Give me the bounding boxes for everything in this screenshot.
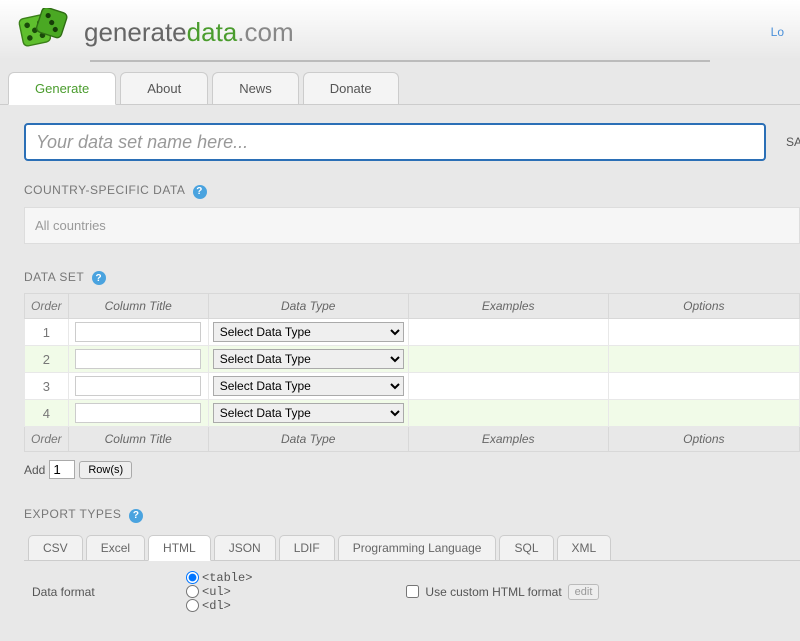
table-row: 1 Select Data Type — [25, 319, 800, 346]
column-title-input[interactable] — [75, 376, 201, 396]
row-order: 4 — [25, 400, 69, 427]
add-row-label: Add — [24, 463, 45, 477]
col-header-options: Options — [608, 294, 799, 319]
row-order: 1 — [25, 319, 69, 346]
brand-title: generatedata.com — [84, 17, 294, 48]
data-type-select[interactable]: Select Data Type — [213, 349, 404, 369]
export-tab-excel[interactable]: Excel — [86, 535, 145, 560]
row-order: 3 — [25, 373, 69, 400]
login-link[interactable]: Lo — [771, 25, 784, 39]
format-option[interactable]: <dl> — [186, 599, 252, 613]
col-header-column_title: Column Title — [68, 427, 208, 452]
options-cell — [608, 373, 799, 400]
export-tab-sql[interactable]: SQL — [499, 535, 553, 560]
dataset-section-title: DATA SET ? — [24, 270, 800, 286]
format-radio[interactable] — [186, 599, 199, 612]
format-radio[interactable] — [186, 571, 199, 584]
column-title-input[interactable] — [75, 403, 201, 423]
col-header-examples: Examples — [408, 427, 608, 452]
edit-custom-button[interactable]: edit — [568, 584, 600, 600]
data-format-label: Data format — [32, 585, 172, 599]
help-icon[interactable]: ? — [129, 509, 143, 523]
custom-format-label: Use custom HTML format — [425, 585, 561, 599]
col-header-order: Order — [25, 294, 69, 319]
export-tab-xml[interactable]: XML — [557, 535, 612, 560]
column-title-input[interactable] — [75, 322, 201, 342]
col-header-examples: Examples — [408, 294, 608, 319]
col-header-data_type: Data Type — [208, 427, 408, 452]
col-header-order: Order — [25, 427, 69, 452]
table-row: 2 Select Data Type — [25, 346, 800, 373]
export-tab-html[interactable]: HTML — [148, 535, 211, 561]
format-radio[interactable] — [186, 585, 199, 598]
dice-logo-icon — [16, 8, 72, 56]
country-selector[interactable]: All countries — [24, 207, 800, 244]
col-header-column_title: Column Title — [68, 294, 208, 319]
examples-cell — [408, 346, 608, 373]
options-cell — [608, 346, 799, 373]
examples-cell — [408, 400, 608, 427]
options-cell — [608, 400, 799, 427]
col-header-options: Options — [608, 427, 799, 452]
examples-cell — [408, 373, 608, 400]
format-option[interactable]: <table> — [186, 571, 252, 585]
dataset-grid: OrderColumn TitleData TypeExamplesOption… — [24, 293, 800, 452]
country-section-title: COUNTRY-SPECIFIC DATA ? — [24, 183, 800, 199]
custom-format-checkbox[interactable] — [406, 585, 419, 598]
export-tab-csv[interactable]: CSV — [28, 535, 83, 560]
export-tab-json[interactable]: JSON — [214, 535, 276, 560]
data-type-select[interactable]: Select Data Type — [213, 322, 404, 342]
export-section-title: EXPORT TYPES ? — [24, 507, 800, 523]
help-icon[interactable]: ? — [92, 271, 106, 285]
dataset-name-input[interactable] — [24, 123, 766, 161]
export-tab-programming-language[interactable]: Programming Language — [338, 535, 497, 560]
tab-about[interactable]: About — [120, 72, 208, 104]
data-type-select[interactable]: Select Data Type — [213, 403, 404, 423]
tab-donate[interactable]: Donate — [303, 72, 399, 104]
table-row: 3 Select Data Type — [25, 373, 800, 400]
tab-news[interactable]: News — [212, 72, 299, 104]
main-tabs: GenerateAboutNewsDonate — [0, 62, 800, 105]
col-header-data_type: Data Type — [208, 294, 408, 319]
help-icon[interactable]: ? — [193, 185, 207, 199]
data-type-select[interactable]: Select Data Type — [213, 376, 404, 396]
add-rows-button[interactable]: Row(s) — [79, 461, 132, 479]
export-tab-ldif[interactable]: LDIF — [279, 535, 335, 560]
column-title-input[interactable] — [75, 349, 201, 369]
tab-generate[interactable]: Generate — [8, 72, 116, 105]
examples-cell — [408, 319, 608, 346]
format-option[interactable]: <ul> — [186, 585, 252, 599]
add-row-count-input[interactable] — [49, 460, 75, 479]
save-button[interactable]: SA — [778, 125, 800, 159]
row-order: 2 — [25, 346, 69, 373]
table-row: 4 Select Data Type — [25, 400, 800, 427]
options-cell — [608, 319, 799, 346]
